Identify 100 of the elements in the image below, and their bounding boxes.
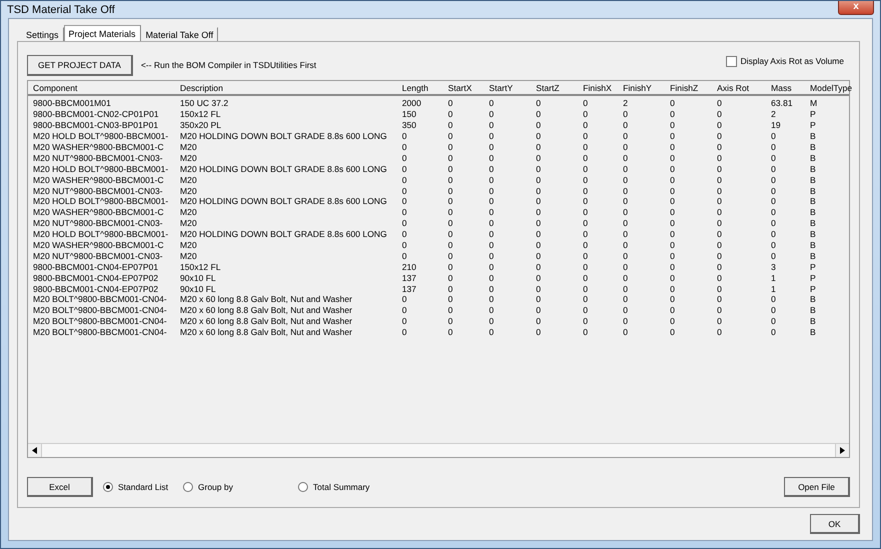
horizontal-scrollbar[interactable] [28, 443, 849, 457]
table-cell-text: M20 [180, 142, 198, 152]
table-cell-text: 137 [402, 272, 418, 283]
table-cell-text: 0 [489, 316, 495, 326]
table-cell-text: 0 [583, 240, 589, 250]
get-project-data-button[interactable]: GET PROJECT DATA [27, 54, 133, 76]
table-cell-text: 9800-BBCM001-CN03-BP01P01 [33, 120, 160, 130]
table-cell-text: 0 [623, 196, 629, 206]
table-cell-text: 0 [717, 98, 723, 108]
table-cell-text: 0 [448, 262, 454, 272]
table-cell-text: 0 [583, 294, 589, 304]
table-cell-text: 0 [536, 164, 542, 174]
table-cell-text: 150x12 FL [180, 109, 222, 120]
table-cell-text: M20 WASHER^9800-BBCM001-C [33, 207, 165, 218]
table-cell-text: 0 [448, 218, 454, 228]
table-cell-text: M20 WASHER^9800-BBCM001-C [33, 142, 165, 152]
column-header[interactable]: Mass [771, 82, 810, 92]
table-cell-text: 0 [717, 272, 723, 283]
table-cell-text: 0 [717, 262, 723, 272]
table-cell-text: 0 [623, 120, 629, 130]
column-header[interactable]: FinishZ [670, 82, 717, 92]
table-cell-text: M20 NUT^9800-BBCM001-CN03- [33, 186, 164, 196]
scroll-left-icon[interactable] [32, 447, 37, 454]
radio-button[interactable] [298, 482, 308, 492]
table-cell-text: 0 [623, 240, 629, 250]
table-cell-text: P [810, 109, 817, 120]
radio-button[interactable] [183, 482, 193, 492]
table-cell-text: 0 [717, 229, 723, 240]
table-cell-text: 0 [448, 284, 454, 294]
table-cell-text: 0 [536, 262, 542, 272]
column-header[interactable]: Description [180, 82, 402, 92]
table-cell-text: B [810, 164, 817, 174]
table-cell-text: B [810, 316, 817, 326]
radio-label: Total Summary [313, 482, 370, 492]
table-cell-text: 9800-BBCM001-CN04-EP07P02 [33, 272, 160, 283]
table-cell-text: 0 [489, 284, 495, 294]
table-cell-text: B [810, 294, 817, 304]
column-header[interactable]: StartZ [536, 82, 583, 92]
table-cell-text: 0 [536, 316, 542, 326]
table-cell-text: 2 [623, 98, 629, 108]
column-header[interactable]: FinishX [583, 82, 623, 92]
open-file-button[interactable]: Open File [784, 477, 850, 497]
table-cell-text: 0 [489, 186, 495, 196]
table-cell-text: 0 [536, 272, 542, 283]
table-cell-text: 0 [402, 240, 408, 250]
table-cell-text: M20 [180, 174, 198, 185]
column-header[interactable]: Component [33, 82, 180, 92]
column-header[interactable]: Length [402, 82, 448, 92]
table-cell-text: 0 [489, 327, 495, 338]
scroll-right-icon[interactable] [840, 447, 845, 454]
tab[interactable]: Project Materials [64, 25, 141, 41]
table-cell-text: P [810, 120, 817, 130]
table-cell-text: 0 [670, 120, 676, 130]
table-cell-text: 0 [402, 305, 408, 316]
table-cell-text: 0 [448, 305, 454, 316]
table-cell-text: M20 [180, 207, 198, 218]
table-cell-text: M20 HOLDING DOWN BOLT GRADE 8.8s 600 LONG [180, 229, 388, 240]
table-cell-text: M20 [180, 186, 198, 196]
table-cell-text: 0 [670, 207, 676, 218]
table-cell-text: 63.81 [771, 98, 794, 108]
table-cell-text: M [810, 98, 818, 108]
table-cell-text: 0 [771, 250, 777, 261]
table-cell-text: M20 [180, 218, 198, 228]
column-header[interactable]: FinishY [623, 82, 670, 92]
radio-button[interactable] [103, 482, 113, 492]
table-cell-text: 0 [771, 152, 777, 163]
table-cell-text: M20 HOLD BOLT^9800-BBCM001- [33, 229, 170, 240]
table-cell-text: 0 [536, 186, 542, 196]
table-cell-text: B [810, 229, 817, 240]
column-header[interactable]: StartY [489, 82, 536, 92]
table-cell-text: 0 [623, 131, 629, 142]
table-cell-text: M20 HOLDING DOWN BOLT GRADE 8.8s 600 LONG [180, 131, 388, 142]
column-header[interactable]: StartX [448, 82, 489, 92]
table-cell-text: 0 [717, 174, 723, 185]
table-cell-text: M20 x 60 long 8.8 Galv Bolt, Nut and Washer [180, 305, 354, 316]
ok-button[interactable]: OK [810, 514, 860, 534]
table-cell-text: 0 [583, 120, 589, 130]
table-cell-text: 0 [536, 196, 542, 206]
table-cell-text: 210 [402, 262, 418, 272]
radio-label: Group by [198, 482, 233, 492]
table-cell-text: 0 [670, 229, 676, 240]
table-cell-text: 0 [670, 262, 676, 272]
table-cell-text: 0 [489, 207, 495, 218]
table-cell-text: 1 [771, 284, 777, 294]
table-cell-text: 0 [583, 316, 589, 326]
table-cell-text: M20 NUT^9800-BBCM001-CN03- [33, 250, 164, 261]
table-cell-text: 0 [489, 196, 495, 206]
table-cell-text: 0 [623, 174, 629, 185]
table-cell-text: 0 [670, 164, 676, 174]
table-cell-text: 0 [623, 327, 629, 338]
excel-button[interactable]: Excel [27, 477, 93, 497]
table-cell-text: 0 [536, 109, 542, 120]
table-cell-text: 0 [670, 327, 676, 338]
table-cell-text: 0 [717, 218, 723, 228]
column-header[interactable]: Axis Rot [717, 82, 771, 92]
column-header[interactable]: ModelType [810, 82, 852, 92]
checkbox[interactable] [726, 56, 737, 66]
table-cell-text: M20 HOLD BOLT^9800-BBCM001- [33, 196, 170, 206]
table-cell-text: 0 [489, 229, 495, 240]
table-cell-text: 0 [717, 305, 723, 316]
